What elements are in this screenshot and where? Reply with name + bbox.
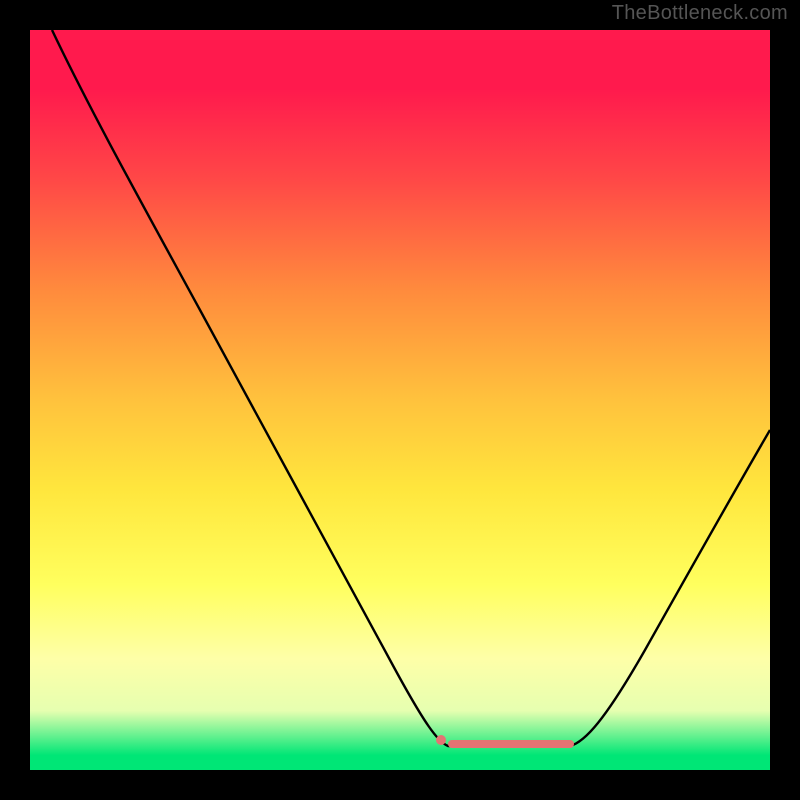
curve-path xyxy=(52,30,770,746)
curve-svg xyxy=(30,30,770,770)
marker-dot xyxy=(436,735,446,745)
watermark-text: TheBottleneck.com xyxy=(612,2,788,25)
chart-container: TheBottleneck.com xyxy=(0,0,800,800)
plot-area xyxy=(30,30,770,770)
flat-minimum-bar xyxy=(448,740,574,748)
